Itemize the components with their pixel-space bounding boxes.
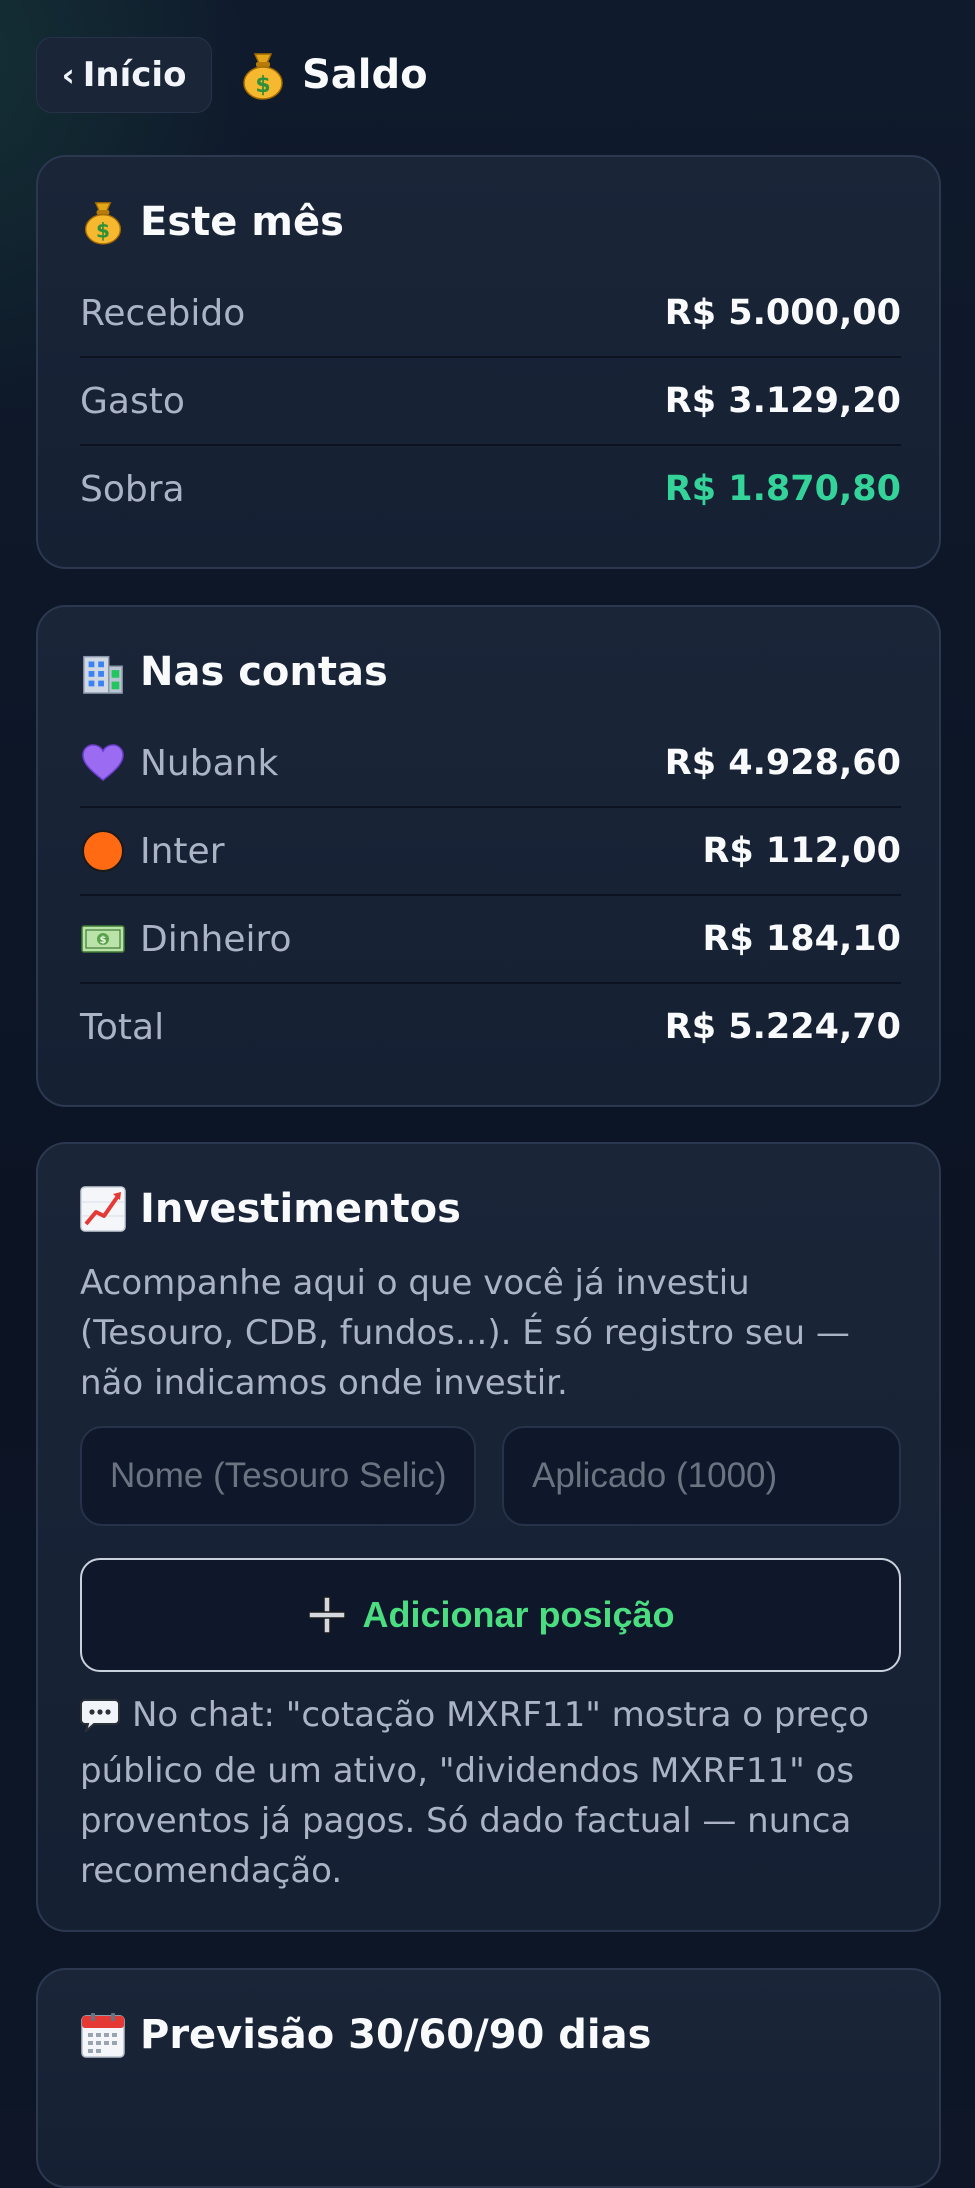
calendar-icon: [80, 2012, 126, 2058]
spent-label: Gasto: [80, 380, 185, 422]
add-position-button[interactable]: Adicionar posição: [80, 1558, 901, 1672]
investments-card: Investimentos Acompanhe aqui o que você …: [36, 1142, 941, 1932]
month-summary-title: $ Este mês: [80, 199, 344, 245]
accounts-total-row: Total R$ 5.224,70: [80, 984, 901, 1070]
back-button-label: Início: [82, 55, 187, 95]
account-name: Dinheiro: [140, 918, 292, 960]
account-row-nubank: Nubank R$ 4.928,60: [80, 720, 901, 808]
accounts-title-text: Nas contas: [140, 649, 388, 695]
position-amount-input[interactable]: [502, 1426, 901, 1526]
purple-heart-icon: [80, 740, 126, 786]
accounts-title: Nas contas: [80, 649, 388, 695]
total-value: R$ 5.224,70: [664, 1007, 901, 1047]
forecast-title-text: Previsão 30/60/90 dias: [140, 2012, 652, 2058]
plus-icon: [306, 1594, 348, 1636]
account-label-group: Nubank: [80, 740, 278, 786]
account-balance: R$ 184,10: [702, 919, 901, 959]
money-bag-icon: $: [80, 199, 126, 245]
chevron-left-icon: ‹: [61, 56, 75, 94]
svg-text:$: $: [255, 73, 270, 98]
month-summary-title-text: Este mês: [140, 199, 344, 245]
leftover-label: Sobra: [80, 468, 185, 510]
chat-hint-text: No chat: "cotação MXRF11" mostra o preço…: [80, 1695, 870, 1891]
received-row: Recebido R$ 5.000,00: [80, 270, 901, 358]
total-label: Total: [80, 1006, 165, 1048]
spent-row: Gasto R$ 3.129,20: [80, 358, 901, 446]
month-summary-card: $ Este mês Recebido R$ 5.000,00 Gasto R$…: [36, 155, 941, 569]
chart-increasing-icon: [80, 1186, 126, 1232]
investments-description: Acompanhe aqui o que você já investiu (T…: [80, 1263, 850, 1403]
leftover-row: Sobra R$ 1.870,80: [80, 446, 901, 532]
chat-hint: No chat: "cotação MXRF11" mostra o preço…: [80, 1690, 901, 1896]
account-row-inter: Inter R$ 112,00: [80, 808, 901, 896]
dollar-banknote-icon: $: [80, 916, 126, 962]
orange-circle-icon: [80, 828, 126, 874]
accounts-card: Nas contas Nubank R$ 4.928,60 Inter R$ 1…: [36, 605, 941, 1107]
svg-text:$: $: [96, 219, 110, 243]
account-name: Inter: [140, 830, 225, 872]
account-label-group: Inter: [80, 828, 225, 874]
account-balance: R$ 4.928,60: [664, 743, 901, 783]
received-label: Recebido: [80, 292, 246, 334]
leftover-value: R$ 1.870,80: [664, 469, 901, 509]
account-row-cash: $ Dinheiro R$ 184,10: [80, 896, 901, 984]
add-position-label: Adicionar posição: [362, 1594, 675, 1635]
header: ‹ Início $ Saldo: [36, 36, 428, 114]
spent-value: R$ 3.129,20: [664, 381, 901, 421]
speech-bubble-icon: [80, 1696, 120, 1746]
account-name: Nubank: [140, 742, 279, 784]
forecast-title: Previsão 30/60/90 dias: [80, 2012, 651, 2058]
back-button[interactable]: ‹ Início: [36, 37, 212, 113]
account-balance: R$ 112,00: [702, 831, 901, 871]
bank-building-icon: [80, 649, 126, 695]
forecast-card: Previsão 30/60/90 dias: [36, 1968, 941, 2188]
page-title: Saldo: [302, 52, 428, 98]
money-bag-icon: $: [240, 52, 286, 100]
svg-text:$: $: [100, 935, 107, 946]
investments-title: Investimentos: [80, 1186, 461, 1232]
account-label-group: $ Dinheiro: [80, 916, 292, 962]
position-name-input[interactable]: [80, 1426, 476, 1526]
received-value: R$ 5.000,00: [664, 293, 901, 333]
page-title-group: $ Saldo: [240, 52, 428, 100]
investments-title-text: Investimentos: [140, 1186, 461, 1232]
